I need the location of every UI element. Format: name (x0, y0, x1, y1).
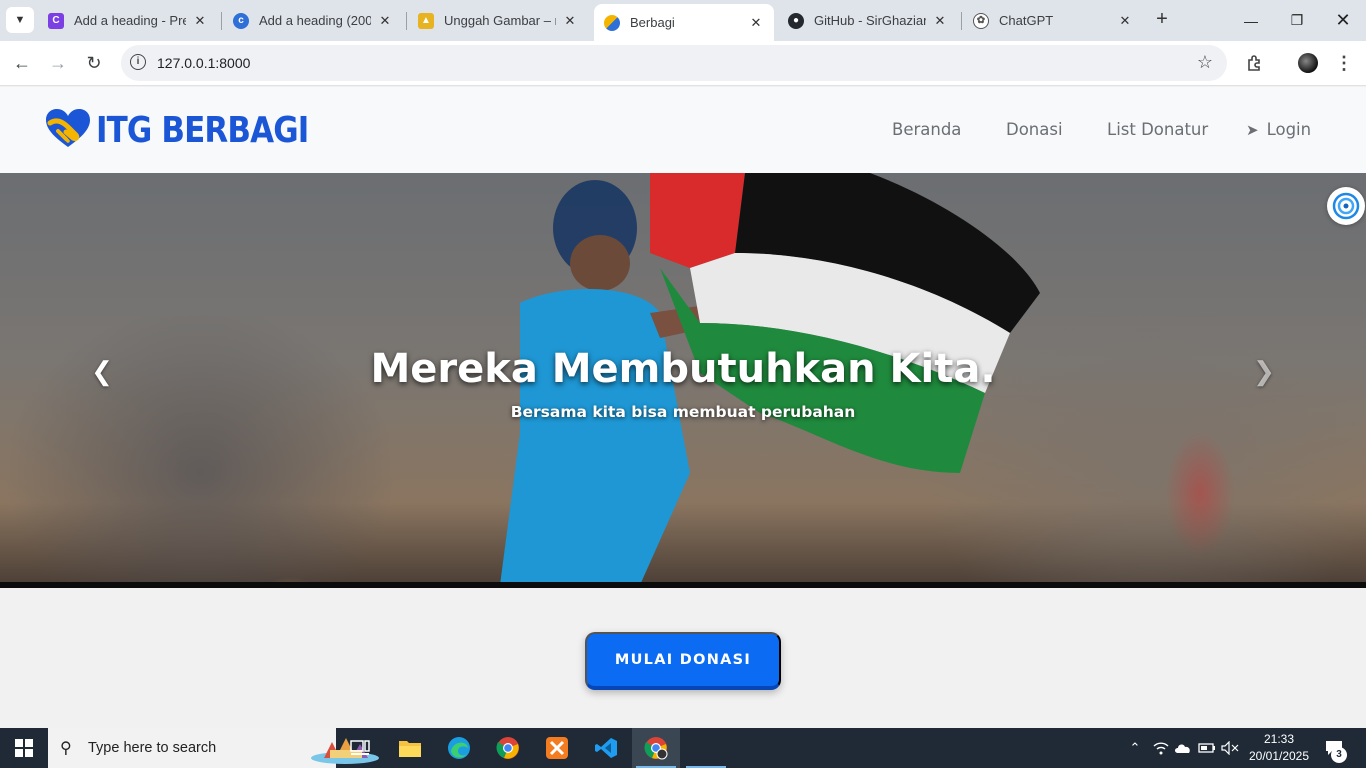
tab-title: Add a heading - Prese (74, 13, 186, 28)
login-label: Login (1266, 120, 1312, 139)
restore-icon[interactable]: ❐ (1274, 0, 1320, 41)
login-icon: ➤ (1246, 121, 1259, 139)
start-donation-button[interactable]: MULAI DONASI (585, 632, 781, 690)
hero-carousel: ❮ ❯ Mereka Membutuhkan Kita. Bersama kit… (0, 173, 1366, 585)
address-bar[interactable]: i 127.0.0.1:8000 ☆ (121, 45, 1227, 81)
close-tab-icon[interactable]: ✕ (562, 13, 578, 29)
chevron-down-icon: ▼ (14, 14, 26, 26)
notification-count-badge: 3 (1331, 747, 1347, 763)
nav-link-login[interactable]: ➤ Login (1246, 120, 1311, 139)
chatgpt-icon: ✿ (973, 12, 989, 29)
close-tab-icon[interactable]: ✕ (192, 13, 208, 29)
windows-start-icon[interactable] (0, 728, 48, 768)
edge-browser-icon[interactable] (435, 728, 483, 768)
browser-tab[interactable]: ▲ Unggah Gambar – rem ✕ (408, 5, 588, 36)
close-tab-icon[interactable]: ✕ (377, 13, 393, 29)
show-hidden-icons-icon[interactable]: ⌃ (1124, 728, 1146, 768)
url-text[interactable]: 127.0.0.1:8000 (157, 55, 250, 71)
site-logo[interactable]: ITG BERBAGI (44, 107, 343, 153)
browser-tab-strip: ▼ C Add a heading - Prese ✕ c Add a head… (0, 0, 1366, 41)
tab-title: Add a heading (2000 (259, 13, 371, 28)
volume-muted-icon[interactable] (1219, 728, 1241, 768)
profile-avatar[interactable] (1298, 53, 1318, 73)
back-icon[interactable]: ← (8, 50, 36, 76)
menu-kebab-icon[interactable]: ⋮ (1332, 52, 1356, 74)
search-icon: ⚲ (60, 740, 72, 757)
wifi-icon[interactable] (1150, 728, 1172, 768)
bookmark-star-icon[interactable]: ☆ (1197, 52, 1213, 73)
taskbar-search-input[interactable]: ⚲ Type here to search (48, 728, 379, 768)
upload-icon: ▲ (418, 12, 434, 29)
task-view-icon[interactable] (336, 728, 384, 768)
close-tab-icon[interactable]: ✕ (748, 15, 764, 31)
tab-search-button[interactable]: ▼ (6, 7, 34, 33)
github-icon: ● (788, 12, 804, 29)
tab-title: Berbagi (630, 15, 675, 30)
tab-title: GitHub - SirGhazian/ (814, 13, 926, 28)
running-app-indicator[interactable] (682, 728, 730, 768)
tab-separator (961, 12, 962, 30)
reload-icon[interactable]: ↻ (80, 50, 108, 76)
canva-c-icon: c (233, 12, 249, 29)
close-window-icon[interactable]: ✕ (1320, 0, 1366, 41)
browser-tab[interactable]: ✿ ChatGPT ✕ (963, 5, 1143, 36)
close-tab-icon[interactable]: ✕ (1117, 13, 1133, 29)
nav-link-list-donatur[interactable]: List Donatur (1107, 120, 1208, 139)
tab-title: ChatGPT (999, 13, 1054, 28)
heart-hands-logo-icon (44, 107, 94, 153)
canva-icon: C (48, 12, 64, 29)
site-info-icon[interactable]: i (130, 54, 146, 70)
vscode-icon[interactable] (582, 728, 630, 768)
browser-tab[interactable]: ● GitHub - SirGhazian/ ✕ (778, 5, 958, 36)
search-placeholder: Type here to search (88, 740, 217, 756)
logo-text: ITG BERBAGI (96, 109, 309, 151)
tab-title: Unggah Gambar – rem (444, 13, 556, 28)
tab-separator (221, 12, 222, 30)
heart-handshake-icon (604, 14, 620, 31)
site-navbar: ITG BERBAGI Beranda Donasi List Donatur … (0, 87, 1366, 173)
chrome-icon[interactable] (484, 728, 532, 768)
minimize-icon[interactable]: — (1228, 0, 1274, 41)
battery-icon[interactable] (1196, 728, 1218, 768)
browser-tab[interactable]: C Add a heading - Prese ✕ (38, 5, 218, 36)
tab-separator (406, 12, 407, 30)
browser-tab[interactable]: c Add a heading (2000 ✕ (223, 5, 403, 36)
taskbar-clock[interactable]: 21:33 20/01/2025 (1244, 731, 1314, 765)
nav-link-beranda[interactable]: Beranda (892, 120, 961, 139)
forward-icon[interactable]: → (44, 50, 72, 76)
chrome-active-icon[interactable] (632, 728, 680, 768)
extensions-icon[interactable] (1243, 52, 1267, 74)
clock-time: 21:33 (1263, 732, 1295, 746)
browser-toolbar: ← → ↻ i 127.0.0.1:8000 ☆ ⋮ (0, 41, 1366, 86)
hero-title: Mereka Membutuhkan Kita. (370, 346, 996, 392)
windows-taskbar: ⚲ Type here to search ⌃ 21:33 20/01/2025 (0, 728, 1366, 768)
close-tab-icon[interactable]: ✕ (932, 13, 948, 29)
hero-subtitle: Bersama kita bisa membuat perubahan (510, 403, 856, 421)
xampp-icon[interactable] (533, 728, 581, 768)
browser-tab-active[interactable]: Berbagi ✕ (594, 4, 774, 41)
hero-divider (0, 582, 1366, 588)
floating-assistant-icon[interactable] (1327, 187, 1365, 225)
clock-date: 20/01/2025 (1248, 749, 1310, 763)
file-explorer-icon[interactable] (386, 728, 434, 768)
nav-link-donasi[interactable]: Donasi (1006, 120, 1063, 139)
onedrive-cloud-icon[interactable] (1172, 728, 1194, 768)
new-tab-button[interactable]: + (1150, 8, 1174, 32)
